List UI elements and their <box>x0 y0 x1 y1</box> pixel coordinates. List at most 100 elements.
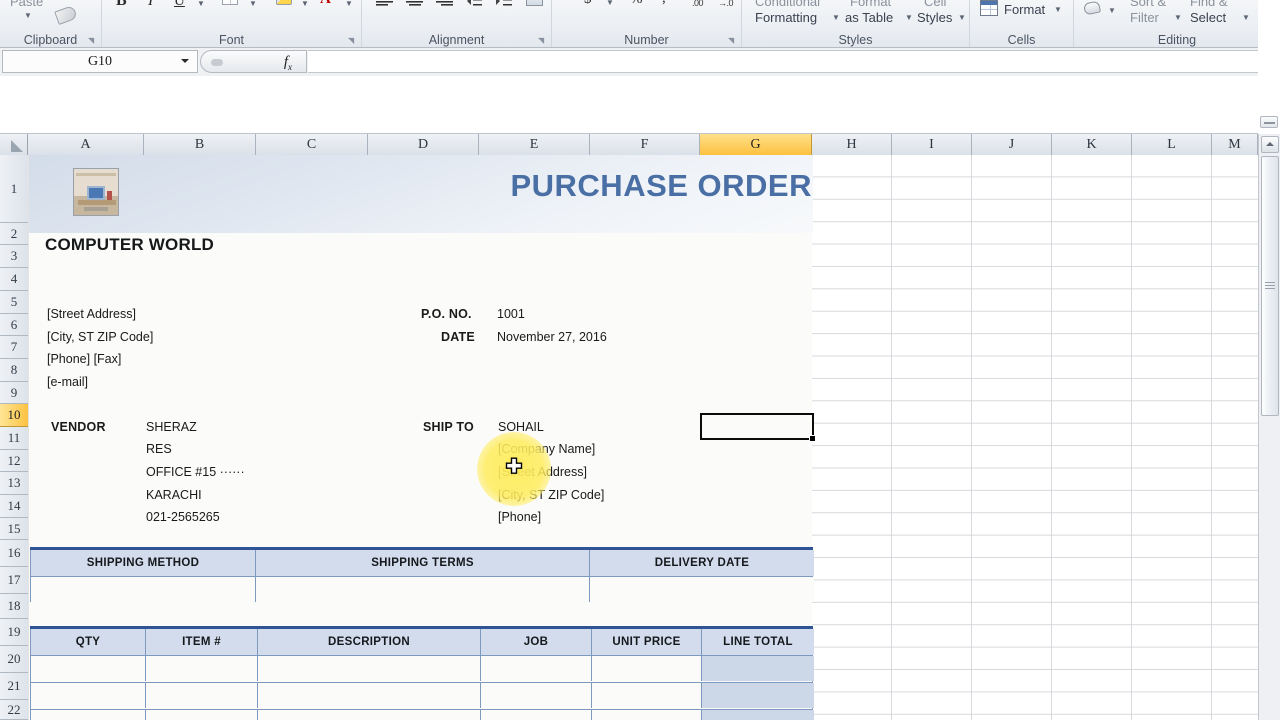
description-cell[interactable] <box>258 683 481 708</box>
vendor-line-1[interactable]: SHERAZ <box>146 420 197 434</box>
column-header-e[interactable]: E <box>479 134 590 155</box>
delivery-date-cell[interactable] <box>590 577 814 602</box>
column-header-h[interactable]: H <box>812 134 892 155</box>
item-number-cell[interactable] <box>146 656 258 681</box>
format-dropdown-caret[interactable]: ▼ <box>1054 5 1062 14</box>
wrap-text-icon[interactable] <box>526 0 543 6</box>
sender-city-zip[interactable]: [City, ST ZIP Code] <box>47 330 153 344</box>
ship-to-line-3[interactable]: [Street Address] <box>498 465 587 479</box>
scrollbar-thumb[interactable] <box>1261 156 1279 416</box>
vertical-scrollbar[interactable] <box>1258 116 1280 720</box>
find-select-caret[interactable]: ▼ <box>1242 13 1250 22</box>
clipboard-dialog-launcher[interactable]: ◥ <box>88 36 97 45</box>
vendor-line-2[interactable]: RES <box>146 442 172 456</box>
format-as-table-caret[interactable]: ▼ <box>905 13 913 22</box>
paste-button-label[interactable]: Paste <box>10 0 43 9</box>
row-header-10[interactable]: 10 <box>0 404 28 427</box>
format-as-table-label-1[interactable]: Format <box>850 0 891 9</box>
split-pane-handle[interactable] <box>1260 116 1278 128</box>
shipping-method-cell[interactable] <box>31 577 256 602</box>
paste-dropdown-caret[interactable]: ▼ <box>24 11 32 20</box>
row-header-14[interactable]: 14 <box>0 495 28 518</box>
shipping-terms-cell[interactable] <box>256 577 590 602</box>
row-header-7[interactable]: 7 <box>0 336 28 359</box>
italic-button[interactable]: I <box>148 0 153 10</box>
vendor-line-5[interactable]: 021-2565265 <box>146 510 220 524</box>
column-header-f[interactable]: F <box>590 134 700 155</box>
row-header-5[interactable]: 5 <box>0 291 28 314</box>
column-header-a[interactable]: A <box>28 134 144 155</box>
conditional-formatting-caret[interactable]: ▼ <box>832 13 840 22</box>
ship-to-line-2[interactable]: [Company Name] <box>498 442 595 456</box>
comma-format-icon[interactable]: , <box>662 0 666 7</box>
column-header-b[interactable]: B <box>144 134 256 155</box>
number-dialog-launcher[interactable]: ◥ <box>728 36 737 45</box>
font-color-icon[interactable]: A <box>320 0 331 8</box>
currency-format-icon[interactable]: $ <box>584 0 592 8</box>
fill-handle[interactable] <box>809 435 816 442</box>
row-header-12[interactable]: 12 <box>0 450 28 472</box>
align-center-icon[interactable] <box>406 0 423 6</box>
item-number-cell[interactable] <box>146 710 258 720</box>
qty-cell[interactable] <box>31 683 146 708</box>
row-header-13[interactable]: 13 <box>0 472 28 495</box>
row-header-11[interactable]: 11 <box>0 427 28 450</box>
bold-button[interactable]: B <box>116 0 127 10</box>
row-header-9[interactable]: 9 <box>0 382 28 404</box>
decrease-decimal-icon[interactable]: →.0 <box>718 0 734 8</box>
underline-button[interactable]: U <box>174 0 185 10</box>
cell-styles-caret[interactable]: ▼ <box>958 13 966 22</box>
line-total-cell[interactable] <box>702 683 814 708</box>
insert-function-icon[interactable]: fx <box>284 54 292 72</box>
row-header-15[interactable]: 15 <box>0 518 28 540</box>
underline-dropdown-caret[interactable]: ▼ <box>197 0 205 8</box>
conditional-formatting-label-2[interactable]: Formatting <box>755 10 817 25</box>
vendor-line-4[interactable]: KARACHI <box>146 488 202 502</box>
align-right-icon[interactable] <box>436 0 453 6</box>
fill-color-dropdown-caret[interactable]: ▼ <box>301 0 309 8</box>
sort-filter-label-1[interactable]: Sort & <box>1130 0 1166 9</box>
find-select-label-2[interactable]: Select <box>1190 10 1226 25</box>
cell-styles-label-2[interactable]: Styles <box>917 10 952 25</box>
sort-filter-caret[interactable]: ▼ <box>1174 13 1182 22</box>
ship-to-line-5[interactable]: [Phone] <box>498 510 541 524</box>
cell-styles-label-1[interactable]: Cell <box>924 0 946 9</box>
row-header-20[interactable]: 20 <box>0 646 28 673</box>
column-header-j[interactable]: J <box>972 134 1052 155</box>
sender-email[interactable]: [e-mail] <box>47 375 88 389</box>
row-header-18[interactable]: 18 <box>0 594 28 619</box>
format-as-table-label-2[interactable]: as Table <box>845 10 893 25</box>
column-header-g[interactable]: G <box>700 134 812 155</box>
column-header-m[interactable]: M <box>1212 134 1258 155</box>
borders-icon[interactable] <box>222 0 238 5</box>
currency-dropdown-caret[interactable]: ▼ <box>606 0 614 7</box>
sender-street[interactable]: [Street Address] <box>47 307 136 321</box>
row-header-6[interactable]: 6 <box>0 314 28 336</box>
sender-phone-fax[interactable]: [Phone] [Fax] <box>47 352 121 366</box>
conditional-formatting-label-1[interactable]: Conditional <box>755 0 820 9</box>
row-header-21[interactable]: 21 <box>0 673 28 700</box>
column-header-i[interactable]: I <box>892 134 972 155</box>
po-date-value[interactable]: November 27, 2016 <box>497 330 607 344</box>
cancel-enter-buttons[interactable] <box>211 59 223 66</box>
align-left-icon[interactable] <box>376 0 393 6</box>
fill-color-icon[interactable] <box>276 0 292 5</box>
format-button-label[interactable]: Format <box>1004 2 1045 17</box>
clear-eraser-icon[interactable] <box>1082 0 1102 16</box>
row-header-2[interactable]: 2 <box>0 223 28 245</box>
po-number-value[interactable]: 1001 <box>497 307 525 321</box>
vendor-line-3[interactable]: OFFICE #15 ······ <box>146 465 245 479</box>
qty-cell[interactable] <box>31 656 146 681</box>
row-header-19[interactable]: 19 <box>0 619 28 646</box>
find-select-label-1[interactable]: Find & <box>1190 0 1228 9</box>
font-dialog-launcher[interactable]: ◥ <box>348 36 357 45</box>
row-header-4[interactable]: 4 <box>0 268 28 291</box>
unit-price-cell[interactable] <box>592 656 702 681</box>
row-header-17[interactable]: 17 <box>0 567 28 594</box>
percent-format-icon[interactable]: % <box>630 0 643 8</box>
sort-filter-label-2[interactable]: Filter <box>1130 10 1159 25</box>
item-number-cell[interactable] <box>146 683 258 708</box>
name-box[interactable]: G10 <box>2 50 198 73</box>
font-color-dropdown-caret[interactable]: ▼ <box>345 0 353 8</box>
clear-dropdown-caret[interactable]: ▼ <box>1108 6 1116 15</box>
